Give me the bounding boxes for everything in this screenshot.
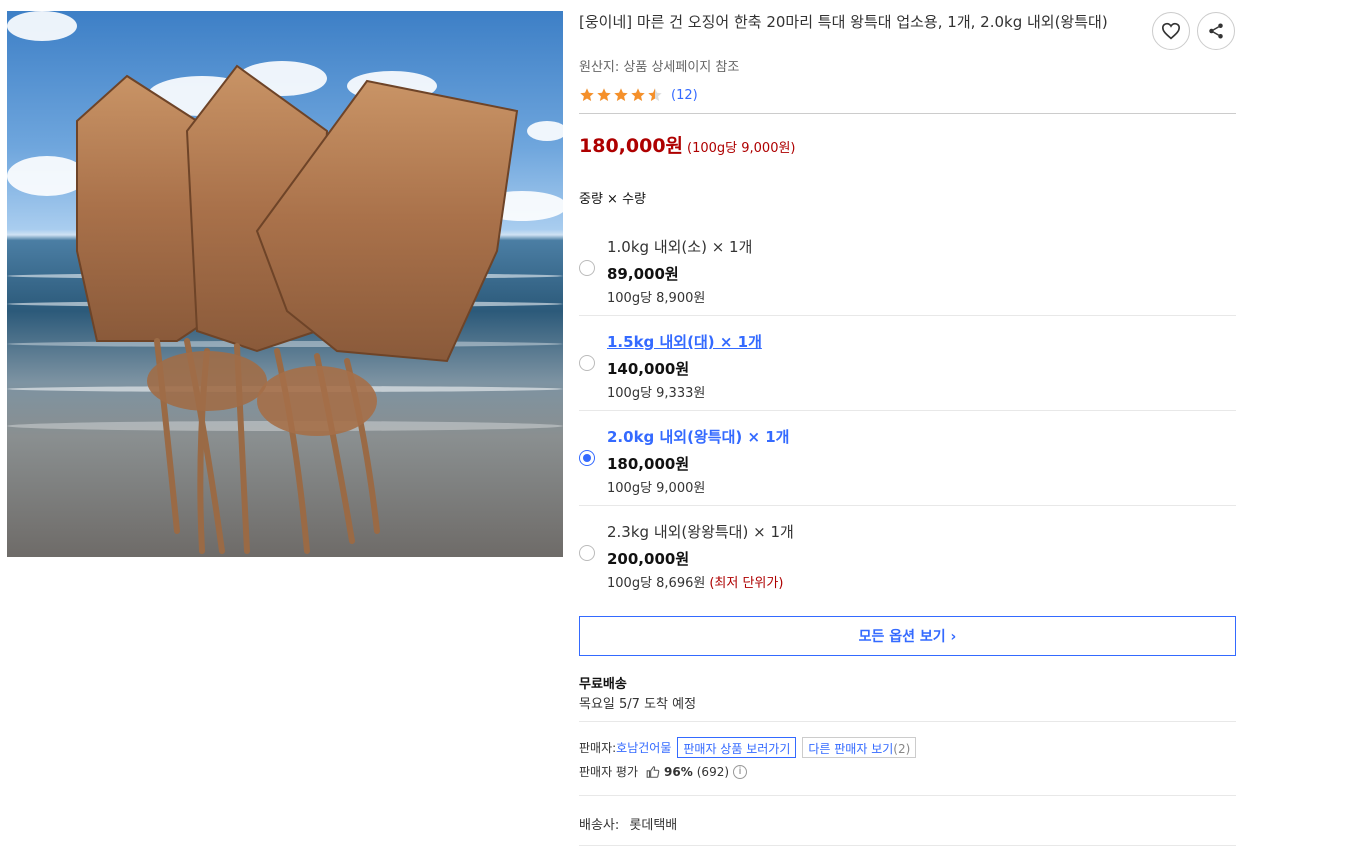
star-icon xyxy=(580,88,594,101)
option-price: 89,000원 xyxy=(607,265,679,283)
carrier-row: 배송사: 롯데택배 xyxy=(579,814,677,833)
star-icon xyxy=(597,88,611,101)
option-name: 2.3kg 내외(왕왕특대) × 1개 xyxy=(607,523,794,541)
view-seller-products-button[interactable]: 판매자 상품 보러가기 xyxy=(677,737,797,758)
option-item-selected[interactable]: 2.0kg 내외(왕특대) × 1개 180,000원 100g당 9,000원 xyxy=(579,420,1236,515)
star-icon xyxy=(648,88,662,101)
divider xyxy=(579,845,1236,846)
option-radio[interactable] xyxy=(579,355,595,371)
option-item[interactable]: 1.5kg 내외(대) × 1개 140,000원 100g당 9,333원 xyxy=(579,325,1236,420)
shipping-title: 무료배송 xyxy=(579,677,627,692)
option-item[interactable]: 1.0kg 내외(소) × 1개 89,000원 100g당 8,900원 xyxy=(579,230,1236,325)
seller-rating-count: (692) xyxy=(696,764,730,779)
option-unit-price: 100g당 8,696원 (최저 단위가) xyxy=(607,576,784,591)
wishlist-button[interactable] xyxy=(1152,12,1190,50)
seller-rating: 판매자 평가 96% (692) i xyxy=(579,763,748,780)
option-price: 180,000원 xyxy=(607,455,690,473)
thumbs-up-icon xyxy=(646,765,660,778)
seller-label: 판매자: xyxy=(579,741,617,755)
seller-rating-label: 판매자 평가 xyxy=(579,765,639,779)
price-row: 180,000원 (100g당 9,000원) xyxy=(579,131,796,158)
product-rating[interactable]: (12) xyxy=(579,87,698,103)
seller-rating-percent: 96% xyxy=(664,764,693,779)
divider xyxy=(579,113,1236,114)
seller-row: 판매자: 호남건어물 판매자 상품 보러가기 다른 판매자 보기(2) xyxy=(579,737,917,758)
option-item[interactable]: 2.3kg 내외(왕왕특대) × 1개 200,000원 100g당 8,696… xyxy=(579,515,1236,610)
view-other-sellers-button[interactable]: 다른 판매자 보기(2) xyxy=(802,737,917,758)
option-unit-price: 100g당 9,000원 xyxy=(607,481,706,496)
product-title: [웅이네] 마른 건 오징어 한축 20마리 특대 왕특대 업소용, 1개, 2… xyxy=(579,13,1108,31)
option-unit-price: 100g당 9,333원 xyxy=(607,386,706,401)
option-radio[interactable] xyxy=(579,260,595,276)
heart-icon xyxy=(1161,22,1181,40)
unit-price: (100g당 9,000원) xyxy=(687,141,796,156)
option-name: 1.0kg 내외(소) × 1개 xyxy=(607,238,753,256)
seller-name-link[interactable]: 호남건어물 xyxy=(616,739,671,756)
option-unit-price: 100g당 8,900원 xyxy=(607,291,706,306)
shipping-date: 목요일 5/7 도착 예정 xyxy=(579,697,697,712)
rating-stars xyxy=(579,87,663,103)
star-icon xyxy=(631,88,645,101)
sale-price: 180,000원 xyxy=(579,135,684,157)
option-radio[interactable] xyxy=(579,545,595,561)
review-count-link[interactable]: (12) xyxy=(671,88,698,103)
option-name: 2.0kg 내외(왕특대) × 1개 xyxy=(607,428,790,446)
share-button[interactable] xyxy=(1197,12,1235,50)
lowest-unit-price-badge: (최저 단위가) xyxy=(709,576,784,591)
divider xyxy=(579,505,1236,506)
divider xyxy=(579,795,1236,796)
divider xyxy=(579,410,1236,411)
carrier-name: 롯데택배 xyxy=(629,818,678,833)
option-name[interactable]: 1.5kg 내외(대) × 1개 xyxy=(607,331,762,352)
info-icon[interactable]: i xyxy=(733,764,748,779)
option-header: 중량 × 수량 xyxy=(579,192,646,207)
divider xyxy=(579,721,1236,722)
product-image xyxy=(7,11,563,557)
option-radio-checked[interactable] xyxy=(579,450,595,466)
divider xyxy=(579,315,1236,316)
view-all-options-button[interactable]: 모든 옵션 보기 › xyxy=(579,616,1236,656)
share-icon xyxy=(1209,23,1223,39)
star-icon xyxy=(614,88,628,101)
dried-squid-illustration xyxy=(76,64,519,554)
option-price: 140,000원 xyxy=(607,360,690,378)
product-origin: 원산지: 상품 상세페이지 참조 xyxy=(579,60,740,75)
carrier-label: 배송사: xyxy=(579,818,620,833)
option-price: 200,000원 xyxy=(607,550,690,568)
